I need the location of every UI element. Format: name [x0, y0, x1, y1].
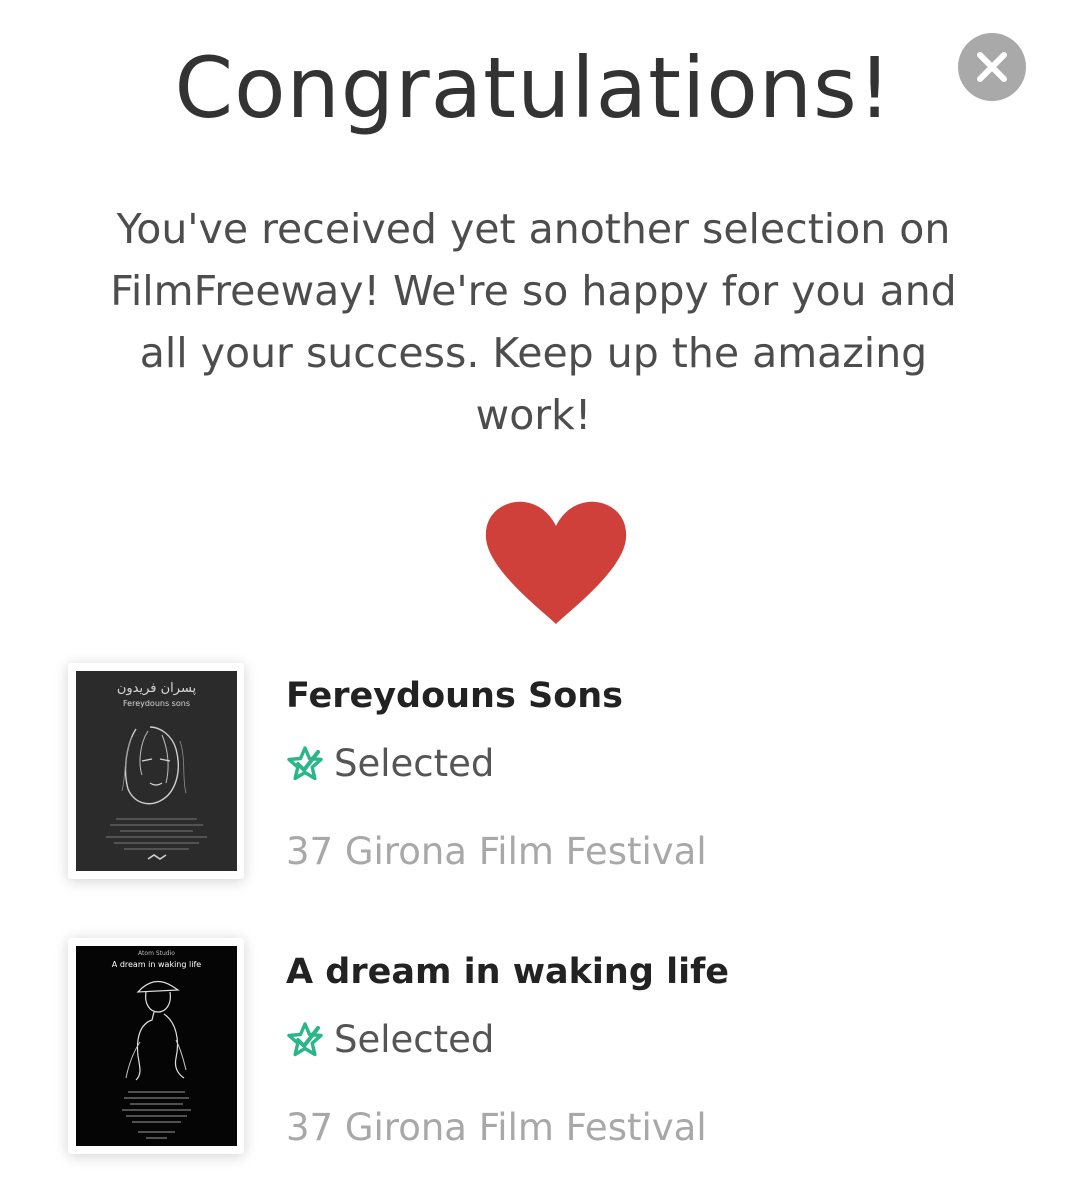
heart-icon [485, 501, 627, 624]
film-poster[interactable]: Atom Studio A dream in waking life [68, 938, 244, 1154]
selected-star-icon [287, 1021, 323, 1056]
selected-star-icon [287, 745, 323, 780]
modal-message: You've received yet another selection on… [110, 205, 957, 439]
selection-status: Selected [286, 742, 494, 785]
status-label: Selected [334, 1018, 495, 1061]
poster-figure-illustration [122, 980, 191, 1139]
film-title[interactable]: Fereydouns Sons [286, 676, 623, 716]
selection-modal: Congratulations! You've received yet ano… [0, 0, 1067, 1200]
festival-name[interactable]: 37 Girona Film Festival [286, 1106, 707, 1149]
selection-status: Selected [286, 1018, 494, 1061]
film-poster[interactable]: پسران فریدون Fereydouns sons [68, 663, 244, 879]
modal-title: Congratulations! [174, 39, 893, 137]
poster-portrait-illustration [106, 726, 207, 860]
festival-name[interactable]: 37 Girona Film Festival [286, 830, 707, 873]
status-label: Selected [334, 742, 495, 785]
film-title[interactable]: A dream in waking life [286, 952, 729, 992]
